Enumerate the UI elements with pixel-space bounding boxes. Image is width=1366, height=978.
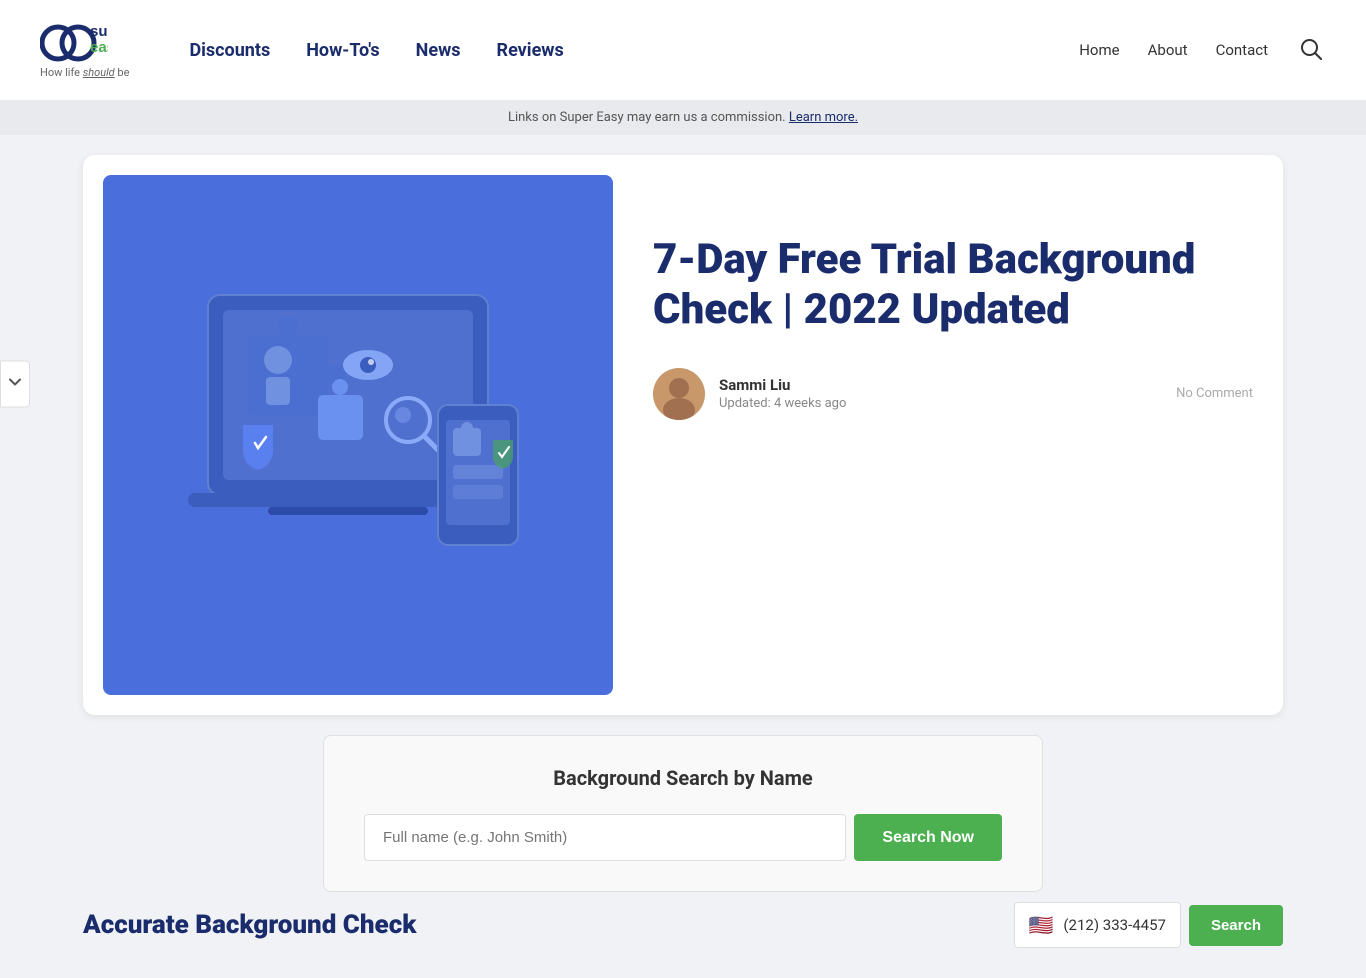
nav-about[interactable]: About	[1148, 41, 1188, 59]
learn-more-link[interactable]: Learn more.	[789, 110, 858, 125]
author-details: Sammi Liu Updated: 4 weeks ago	[719, 376, 1162, 411]
logo-tagline: How life should be	[40, 66, 129, 79]
author-updated: Updated: 4 weeks ago	[719, 396, 1162, 411]
article-title: 7-Day Free Trial Background Check | 2022…	[653, 235, 1253, 336]
logo-tagline-should: should	[83, 66, 115, 79]
nav-home[interactable]: Home	[1079, 41, 1119, 59]
phone-search-row: 🇺🇸 (212) 333-4457 Search	[1014, 902, 1283, 948]
article-card: 7-Day Free Trial Background Check | 2022…	[83, 155, 1283, 715]
collapse-button[interactable]	[0, 361, 30, 408]
search-widget-title: Background Search by Name	[364, 766, 1002, 790]
commission-text: Links on Super Easy may earn us a commis…	[508, 110, 789, 125]
bottom-section: Accurate Background Check 🇺🇸 (212) 333-4…	[83, 892, 1283, 958]
svg-text:super: super	[90, 23, 108, 40]
search-icon	[1300, 38, 1322, 60]
header-right: Home About Contact	[1079, 34, 1326, 67]
search-now-button[interactable]: Search Now	[854, 814, 1002, 861]
nav-contact[interactable]: Contact	[1216, 41, 1268, 59]
main-nav: Discounts How-To's News Reviews	[189, 40, 563, 61]
logo-icon: super easy	[40, 22, 108, 64]
author-avatar	[653, 368, 705, 420]
author-avatar-image	[653, 368, 705, 420]
us-flag-icon: 🇺🇸	[1029, 913, 1054, 937]
svg-text:easy: easy	[90, 39, 108, 56]
search-button[interactable]	[1296, 34, 1326, 67]
header: super easy How life should be Discounts …	[0, 0, 1366, 100]
author-name: Sammi Liu	[719, 376, 1162, 394]
logo[interactable]: super easy How life should be	[40, 22, 129, 79]
author-row: Sammi Liu Updated: 4 weeks ago No Commen…	[653, 368, 1253, 420]
bottom-title: Accurate Background Check	[83, 902, 416, 940]
header-left: super easy How life should be Discounts …	[40, 22, 564, 79]
commission-bar: Links on Super Easy may earn us a commis…	[0, 100, 1366, 135]
main-content: 7-Day Free Trial Background Check | 2022…	[43, 135, 1323, 978]
chevron-down-icon	[7, 374, 23, 390]
nav-reviews[interactable]: Reviews	[497, 40, 564, 61]
search-widget: Background Search by Name Search Now	[323, 735, 1043, 892]
search-input-row: Search Now	[364, 814, 1002, 861]
article-hero-image	[103, 175, 613, 695]
nav-howtos[interactable]: How-To's	[306, 40, 379, 61]
hero-illustration	[148, 265, 568, 605]
no-comment: No Comment	[1176, 386, 1253, 401]
logo-mark: super easy	[40, 22, 108, 64]
nav-news[interactable]: News	[416, 40, 461, 61]
phone-input-wrap[interactable]: 🇺🇸 (212) 333-4457	[1014, 902, 1181, 948]
nav-discounts[interactable]: Discounts	[189, 40, 270, 61]
phone-search-button[interactable]: Search	[1189, 905, 1283, 946]
full-name-input[interactable]	[364, 814, 846, 861]
phone-value: (212) 333-4457	[1063, 916, 1166, 934]
article-info: 7-Day Free Trial Background Check | 2022…	[653, 175, 1253, 428]
